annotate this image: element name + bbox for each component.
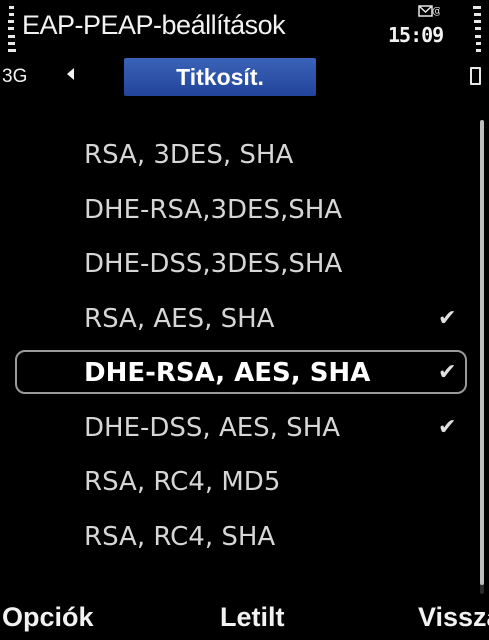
list-item-label: RSA, 3DES, SHA: [84, 140, 294, 170]
list-item-selected[interactable]: DHE-RSA, AES, SHA ✔: [0, 346, 480, 401]
list-item[interactable]: RSA, RC4, SHA: [0, 510, 480, 565]
cipher-list: RSA, 3DES, SHA DHE-RSA,3DES,SHA DHE-DSS,…: [0, 128, 480, 564]
battery-level-icon: [473, 6, 481, 52]
list-item-label: RSA, RC4, MD5: [84, 467, 281, 497]
list-item[interactable]: RSA, AES, SHA ✔: [0, 292, 480, 347]
list-item-label: DHE-RSA, AES, SHA: [84, 358, 371, 388]
scrollbar-thumb[interactable]: [480, 120, 484, 585]
list-item[interactable]: RSA, RC4, MD5: [0, 455, 480, 510]
check-icon: ✔: [438, 414, 457, 440]
list-item[interactable]: DHE-DSS, AES, SHA ✔: [0, 401, 480, 456]
network-indicator: 3G: [2, 66, 28, 87]
list-item[interactable]: RSA, 3DES, SHA: [0, 128, 480, 183]
softkey-bar: Opciók Letilt Vissza: [0, 597, 489, 640]
tab-encryption[interactable]: Titkosít.: [124, 58, 316, 96]
list-item-label: DHE-RSA,3DES,SHA: [84, 194, 343, 225]
list-item-label: DHE-DSS,3DES,SHA: [84, 249, 343, 279]
list-item-label: RSA, AES, SHA: [84, 303, 275, 334]
back-softkey[interactable]: Vissza: [418, 597, 489, 637]
list-item-label: DHE-DSS, AES, SHA: [84, 412, 341, 443]
disable-softkey[interactable]: Letilt: [220, 597, 285, 637]
message-icon: @: [418, 5, 440, 17]
check-icon: ✔: [438, 305, 457, 331]
list-item-label: RSA, RC4, SHA: [84, 521, 276, 552]
page-title: EAP-PEAP-beállítások: [22, 10, 286, 40]
check-icon: ✔: [438, 360, 457, 385]
nav-left-arrow-icon[interactable]: [67, 68, 74, 80]
list-item[interactable]: DHE-RSA,3DES,SHA: [0, 183, 480, 238]
list-item[interactable]: DHE-DSS,3DES,SHA: [0, 237, 480, 292]
battery-icon: [470, 67, 481, 85]
options-softkey[interactable]: Opciók: [2, 597, 94, 637]
signal-strength-icon: [8, 6, 16, 52]
svg-text:@: @: [432, 6, 440, 17]
clock: 15:09: [388, 23, 444, 47]
scrollbar[interactable]: [480, 120, 484, 594]
